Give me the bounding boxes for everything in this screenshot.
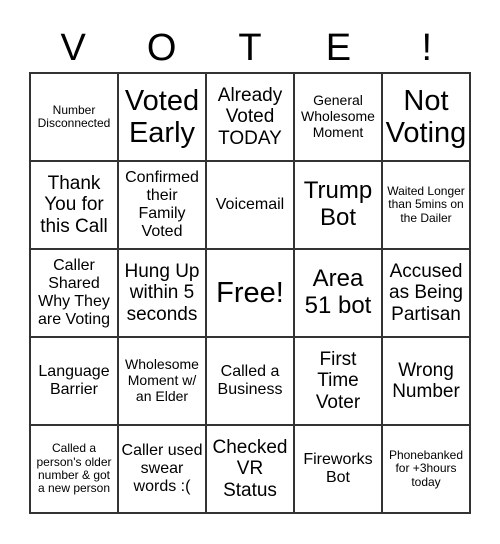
bingo-cell[interactable]: Checked VR Status [206,425,294,513]
bingo-cell[interactable]: Language Barrier [30,337,118,425]
bingo-cell-label: Thank You for this Call [40,173,108,237]
bingo-cell[interactable]: Voted Early [118,73,206,161]
bingo-cell-label: Number Disconnected [37,102,111,130]
bingo-cell-label: Caller used swear words :( [121,442,203,495]
header-letter: E [325,27,352,69]
header-letter: V [60,27,86,69]
bingo-cell-label: Already Voted TODAY [217,85,283,149]
bingo-cell-label: Fireworks Bot [303,451,373,486]
bingo-cell-label: Language Barrier [38,363,110,398]
bingo-cell-label: First Time Voter [315,349,361,413]
bingo-cell[interactable]: Wholesome Moment w/ an Elder [118,337,206,425]
bingo-board: Number Disconnected Voted Early Already Vo… [29,72,471,514]
bingo-cell-label: Not Voting [385,84,467,149]
bingo-cell[interactable]: Confirmed their Family Voted [118,161,206,249]
bingo-cell[interactable]: First Time Voter [294,337,382,425]
bingo-cell[interactable]: Not Voting [382,73,470,161]
bingo-cell-label: Voicemail [215,196,285,214]
bingo-cell-label: Accused as Being Partisan [389,261,463,325]
bingo-cell[interactable]: Called a Business [206,337,294,425]
bingo-cell[interactable]: Number Disconnected [30,73,118,161]
header-letter: ! [421,27,433,69]
bingo-cell-label: Area 51 bot [304,265,372,319]
bingo-cell[interactable]: Voicemail [206,161,294,249]
bingo-cell-label: Checked VR Status [212,437,288,501]
bingo-cell[interactable]: Waited Longer than 5mins on the Dailer [382,161,470,249]
bingo-header: V O T E ! [29,24,471,72]
bingo-cell[interactable]: Caller used swear words :( [118,425,206,513]
bingo-cell[interactable]: General Wholesome Moment [294,73,382,161]
bingo-cell[interactable]: Already Voted TODAY [206,73,294,161]
bingo-cell[interactable]: Wrong Number [382,337,470,425]
bingo-cell-label: Wrong Number [392,359,460,402]
bingo-cell[interactable]: Caller Shared Why They are Voting [30,249,118,337]
bingo-cell-label: General Wholesome Moment [301,92,375,140]
free-space-cell[interactable]: Free! [206,249,294,337]
bingo-cell-label: Phonebanked for +3hours today [388,447,464,489]
bingo-cell[interactable]: Hung Up within 5 seconds [118,249,206,337]
bingo-cell-label: Called a Business [217,363,283,398]
bingo-cell-label: Wholesome Moment w/ an Elder [125,356,199,404]
bingo-cell[interactable]: Called a person's older number & got a n… [30,425,118,513]
bingo-cell[interactable]: Phonebanked for +3hours today [382,425,470,513]
bingo-cell[interactable]: Area 51 bot [294,249,382,337]
header-letter: O [146,27,177,69]
bingo-cell-label: Voted Early [124,84,200,149]
bingo-cell-label: Trump Bot [303,177,373,231]
bingo-cell[interactable]: Accused as Being Partisan [382,249,470,337]
bingo-cell-label: Waited Longer than 5mins on the Dailer [387,183,465,225]
bingo-cell[interactable]: Trump Bot [294,161,382,249]
bingo-cell-label: Free! [216,276,284,309]
bingo-cell-label: Called a person's older number & got a n… [36,441,112,496]
bingo-cell-label: Confirmed their Family Voted [125,169,199,240]
bingo-cell-label: Caller Shared Why They are Voting [37,257,111,328]
bingo-cell[interactable]: Fireworks Bot [294,425,382,513]
bingo-cell[interactable]: Thank You for this Call [30,161,118,249]
header-letter: T [238,27,262,69]
bingo-cell-label: Hung Up within 5 seconds [124,261,200,325]
